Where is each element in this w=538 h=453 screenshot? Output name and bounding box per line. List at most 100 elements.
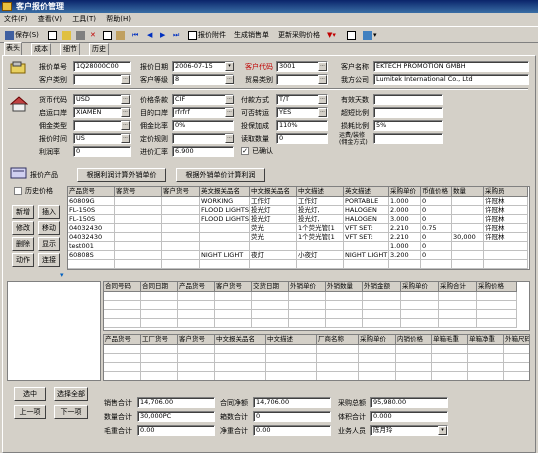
table-cell[interactable]: 04032430 xyxy=(68,224,115,233)
table-cell[interactable]: 投光灯, xyxy=(297,206,344,215)
table-cell[interactable] xyxy=(401,310,439,319)
table-cell[interactable]: 30,000 xyxy=(452,233,484,242)
table-cell[interactable]: 许冠林 xyxy=(484,233,528,242)
table-cell[interactable] xyxy=(178,372,215,380)
table-cell[interactable] xyxy=(484,251,528,260)
table-cell[interactable]: 0 xyxy=(421,197,452,206)
quote-date-dropdown[interactable]: ▾ xyxy=(225,62,234,71)
table-cell[interactable] xyxy=(477,301,517,310)
table-cell[interactable]: 2.000 xyxy=(389,206,421,215)
column-header[interactable]: 采购员 xyxy=(484,187,528,197)
action-button[interactable]: 动作 xyxy=(12,253,34,267)
table-cell[interactable] xyxy=(468,372,504,380)
edit-button[interactable]: 修改 xyxy=(12,221,34,235)
menu-tools[interactable]: 工具(T) xyxy=(68,13,100,26)
table-cell[interactable] xyxy=(452,224,484,233)
last-record-button[interactable]: ⏭ xyxy=(171,28,181,42)
column-header[interactable]: 英文报关品名 xyxy=(200,187,250,197)
table-cell[interactable]: 荧光 xyxy=(250,233,297,242)
table-cell[interactable] xyxy=(439,301,477,310)
checklist-button[interactable] xyxy=(345,28,359,42)
table-cell[interactable]: 1个荧光管[1 xyxy=(297,233,344,242)
column-header[interactable]: 客户货号 xyxy=(162,187,200,197)
table-cell[interactable] xyxy=(104,372,141,380)
table-cell[interactable] xyxy=(104,319,141,328)
table-cell[interactable] xyxy=(215,345,266,354)
table-cell[interactable]: HALOGEN xyxy=(344,215,389,224)
column-header[interactable]: 中文描述 xyxy=(266,335,317,345)
sales-person-dropdown[interactable]: ▾ xyxy=(438,426,447,435)
show-button[interactable]: 显示 xyxy=(38,237,60,251)
table-cell[interactable] xyxy=(317,363,359,372)
special-field[interactable] xyxy=(373,133,443,144)
table-cell[interactable]: 60808S xyxy=(68,251,115,260)
prev-item-button[interactable]: 上一项 xyxy=(14,405,46,419)
column-header[interactable]: 数量 xyxy=(452,187,484,197)
column-header[interactable]: 客户货号 xyxy=(178,335,215,345)
table-cell[interactable] xyxy=(297,260,344,269)
sales-person-field[interactable]: 陈月玲 xyxy=(370,425,448,436)
table-cell[interactable] xyxy=(363,292,401,301)
table-cell[interactable]: VFT SET: xyxy=(344,233,389,242)
table-cell[interactable] xyxy=(215,372,266,380)
prev-record-button[interactable]: ◀ xyxy=(145,28,154,42)
table-cell[interactable] xyxy=(178,292,215,301)
select-button[interactable]: 选中 xyxy=(14,387,46,401)
table-cell[interactable]: 1个荧光管[1 xyxy=(297,224,344,233)
table-cell[interactable] xyxy=(432,345,468,354)
table-cell[interactable] xyxy=(359,354,396,363)
menu-view[interactable]: 查看(V) xyxy=(34,13,66,26)
column-header[interactable]: 产品货号 xyxy=(68,187,115,197)
table-cell[interactable] xyxy=(200,233,250,242)
table-cell[interactable] xyxy=(359,372,396,380)
table-cell[interactable] xyxy=(115,215,162,224)
table-cell[interactable] xyxy=(252,292,289,301)
table-cell[interactable]: 0 xyxy=(421,242,452,251)
table-cell[interactable] xyxy=(250,242,297,251)
origin-port-lookup[interactable]: ··· xyxy=(121,108,130,117)
table-cell[interactable] xyxy=(326,292,363,301)
table-cell[interactable] xyxy=(289,310,326,319)
cust-type-lookup[interactable]: ··· xyxy=(121,75,130,84)
tab-history[interactable]: 历史 xyxy=(89,43,109,55)
table-cell[interactable]: 2.210 xyxy=(389,233,421,242)
table-cell[interactable] xyxy=(439,310,477,319)
table-cell[interactable] xyxy=(252,319,289,328)
table-cell[interactable] xyxy=(396,372,432,380)
table-cell[interactable] xyxy=(452,260,484,269)
table-cell[interactable] xyxy=(68,260,115,269)
table-cell[interactable] xyxy=(104,354,141,363)
table-cell[interactable] xyxy=(396,345,432,354)
table-cell[interactable]: 荧光 xyxy=(250,224,297,233)
paste-button[interactable] xyxy=(114,28,128,42)
table-cell[interactable] xyxy=(250,260,297,269)
column-header[interactable]: 外销单价 xyxy=(289,282,326,292)
table-cell[interactable] xyxy=(344,260,389,269)
table-cell[interactable] xyxy=(266,345,317,354)
first-record-button[interactable]: ⏮ xyxy=(130,28,140,42)
expand-chevron-icon[interactable]: ▾ xyxy=(60,270,64,280)
save-button[interactable]: 保存(S) xyxy=(3,28,41,42)
table-cell[interactable] xyxy=(439,292,477,301)
table-cell[interactable] xyxy=(162,251,200,260)
table-cell[interactable] xyxy=(162,197,200,206)
table-cell[interactable] xyxy=(178,363,215,372)
table-cell[interactable] xyxy=(104,301,141,310)
valid-days-field[interactable] xyxy=(373,94,443,105)
column-header[interactable]: 产品货号 xyxy=(104,335,141,345)
column-header[interactable]: 外箱尺码 xyxy=(504,335,529,345)
table-cell[interactable] xyxy=(484,242,528,251)
table-cell[interactable] xyxy=(363,301,401,310)
table-cell[interactable]: 投光灯, xyxy=(297,215,344,224)
recalc-cost-button[interactable]: 根据利润计算外销单价 xyxy=(77,168,166,182)
new-button[interactable] xyxy=(46,28,60,42)
column-header[interactable]: 合同号码 xyxy=(104,282,141,292)
table-cell[interactable] xyxy=(477,292,517,301)
quote-by-lookup[interactable]: ··· xyxy=(121,134,130,143)
column-header[interactable]: 英文描述 xyxy=(344,187,389,197)
move-button[interactable]: 移动 xyxy=(38,221,60,235)
table-cell[interactable]: FLOOD LIGHTS xyxy=(200,215,250,224)
table-cell[interactable] xyxy=(317,345,359,354)
table-cell[interactable] xyxy=(452,242,484,251)
cust-code-lookup[interactable]: ··· xyxy=(318,62,327,71)
